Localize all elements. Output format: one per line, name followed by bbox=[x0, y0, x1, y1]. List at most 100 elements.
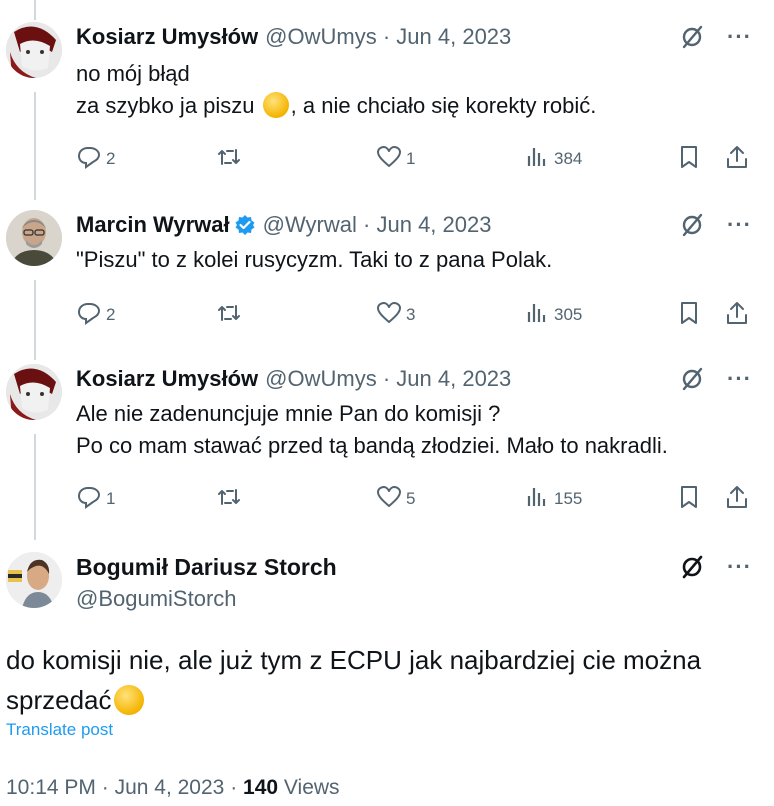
author-name[interactable]: Marcin Wyrwał bbox=[76, 212, 230, 238]
reply-icon bbox=[77, 303, 101, 325]
tweet-actions: 1 5 155 bbox=[76, 482, 752, 512]
post-text-line: sprzedać bbox=[6, 680, 746, 720]
repost-icon bbox=[218, 305, 240, 321]
grok-icon[interactable] bbox=[679, 212, 705, 238]
grok-icon[interactable] bbox=[679, 366, 705, 392]
tweet-text-line: no mój błąd bbox=[76, 61, 190, 86]
views-count: 140 bbox=[243, 776, 279, 799]
tweet-date[interactable]: Jun 4, 2023 bbox=[396, 366, 511, 391]
views-button[interactable]: 305 bbox=[524, 298, 582, 328]
reply-button[interactable]: 1 bbox=[76, 482, 115, 512]
separator: · bbox=[101, 776, 109, 799]
translate-post-link[interactable]: Translate post bbox=[6, 720, 113, 740]
tweet-top-icons: ··· bbox=[679, 364, 752, 394]
reply-button[interactable]: 2 bbox=[76, 298, 115, 328]
bookmark-button[interactable] bbox=[676, 298, 702, 328]
author-handle[interactable]: @Wyrwal bbox=[263, 212, 357, 237]
thread-connector-line bbox=[34, 0, 36, 20]
author-handle[interactable]: @OwUmys bbox=[265, 24, 377, 49]
author-name[interactable]: Kosiarz Umysłów bbox=[76, 24, 258, 50]
share-button[interactable] bbox=[724, 142, 750, 172]
views-label: Views bbox=[283, 776, 340, 799]
bookmark-icon bbox=[681, 486, 697, 508]
post-date[interactable]: Jun 4, 2023 bbox=[115, 776, 225, 799]
text-segment: za szybko ja piszu bbox=[76, 93, 255, 118]
like-button[interactable]: 5 bbox=[376, 482, 415, 512]
post-header: Bogumił Dariusz Storch bbox=[76, 552, 337, 582]
author-handle[interactable]: @BogumiStorch bbox=[76, 586, 237, 612]
separator: · bbox=[382, 24, 391, 49]
like-count: 5 bbox=[406, 489, 416, 508]
reply-count: 1 bbox=[106, 489, 116, 508]
bookmark-button[interactable] bbox=[676, 142, 702, 172]
post-text: do komisji nie, ale już tym z ECPU jak n… bbox=[6, 640, 746, 720]
bookmark-button[interactable] bbox=[676, 482, 702, 512]
like-count: 1 bbox=[406, 149, 416, 168]
avatar[interactable] bbox=[6, 552, 62, 608]
views-chart-icon bbox=[527, 148, 546, 166]
author-meta: @OwUmys · Jun 4, 2023 bbox=[265, 24, 511, 50]
more-icon[interactable]: ··· bbox=[727, 556, 752, 578]
repost-icon bbox=[218, 149, 240, 165]
tweet-date[interactable]: Jun 4, 2023 bbox=[376, 212, 491, 237]
heart-icon bbox=[377, 486, 401, 507]
repost-button[interactable] bbox=[216, 298, 242, 328]
avatar[interactable] bbox=[6, 210, 62, 266]
author-name[interactable]: Kosiarz Umysłów bbox=[76, 366, 258, 392]
author-name[interactable]: Bogumił Dariusz Storch bbox=[76, 554, 337, 581]
bookmark-icon bbox=[681, 302, 697, 324]
avatar[interactable] bbox=[6, 364, 62, 420]
more-icon[interactable]: ··· bbox=[727, 26, 752, 48]
reply-button[interactable]: 2 bbox=[76, 142, 115, 172]
reply-count: 2 bbox=[106, 149, 116, 168]
tweet-text-line: Ale nie zadenuncjuje mnie Pan do komisji… bbox=[76, 401, 501, 426]
views-button[interactable]: 155 bbox=[524, 482, 582, 512]
views-count: 155 bbox=[554, 489, 583, 508]
share-button[interactable] bbox=[724, 298, 750, 328]
repost-button[interactable] bbox=[216, 142, 242, 172]
tweet-text-line: za szybko ja piszu , a nie chciało się k… bbox=[76, 90, 596, 122]
tweet-top-icons: ··· bbox=[679, 210, 752, 240]
grok-icon[interactable] bbox=[679, 24, 705, 50]
author-handle[interactable]: @OwUmys bbox=[265, 366, 377, 391]
separator: · bbox=[382, 366, 391, 391]
grok-icon[interactable] bbox=[679, 554, 705, 580]
views-button[interactable]: 384 bbox=[524, 142, 582, 172]
tweet-top-icons: ··· bbox=[679, 22, 752, 52]
post-time[interactable]: 10:14 PM bbox=[6, 776, 96, 799]
text-segment: , a nie chciało się korekty robić. bbox=[290, 93, 597, 118]
author-meta: @Wyrwal · Jun 4, 2023 bbox=[263, 212, 492, 238]
reply-icon bbox=[77, 147, 101, 169]
more-icon[interactable]: ··· bbox=[727, 368, 752, 390]
views-chart-icon bbox=[527, 488, 546, 506]
tweet-text: Ale nie zadenuncjuje mnie Pan do komisji… bbox=[76, 398, 668, 462]
avatar[interactable] bbox=[6, 22, 62, 78]
like-button[interactable]: 3 bbox=[376, 298, 415, 328]
tweet-date[interactable]: Jun 4, 2023 bbox=[396, 24, 511, 49]
tweet-header: Marcin Wyrwał @Wyrwal · Jun 4, 2023 bbox=[76, 210, 491, 240]
tweet-actions: 2 3 305 bbox=[76, 298, 752, 328]
author-meta: @OwUmys · Jun 4, 2023 bbox=[265, 366, 511, 392]
conversation-thread: Kosiarz Umysłów @OwUmys · Jun 4, 2023 ··… bbox=[0, 0, 774, 806]
share-button[interactable] bbox=[724, 482, 750, 512]
thread-connector-line bbox=[34, 280, 36, 360]
tweet-actions: 2 1 384 bbox=[76, 142, 752, 172]
share-icon bbox=[727, 302, 747, 324]
separator: · bbox=[363, 212, 371, 237]
views-chart-icon bbox=[527, 304, 546, 322]
like-button[interactable]: 1 bbox=[376, 142, 415, 172]
more-icon[interactable]: ··· bbox=[727, 214, 752, 236]
share-icon bbox=[727, 486, 747, 508]
bookmark-icon bbox=[681, 146, 697, 168]
tweet-text: no mój błąd za szybko ja piszu , a nie c… bbox=[76, 58, 596, 122]
tweet-text-line: Po co mam stawać przed tą bandą złodziei… bbox=[76, 433, 668, 458]
relieved-face-emoji bbox=[262, 92, 289, 118]
separator: · bbox=[230, 776, 238, 799]
views-count: 305 bbox=[554, 305, 583, 324]
repost-button[interactable] bbox=[216, 482, 242, 512]
heart-icon bbox=[377, 146, 401, 167]
share-icon bbox=[727, 146, 747, 168]
heart-icon bbox=[377, 302, 401, 323]
thread-connector-line bbox=[34, 434, 36, 540]
tweet-text: "Piszu" to z kolei rusycyzm. Taki to z p… bbox=[76, 244, 552, 276]
